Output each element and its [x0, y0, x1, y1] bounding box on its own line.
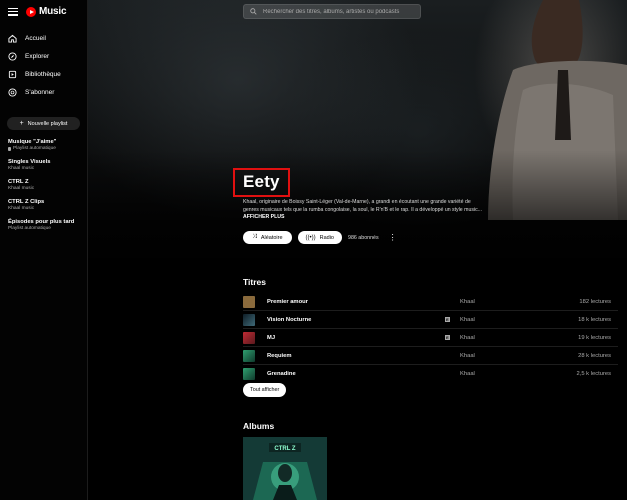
- radio-button[interactable]: ((•)) Radio: [297, 231, 342, 244]
- track-artist[interactable]: Khaal: [460, 371, 553, 377]
- explicit-slot: E: [445, 317, 460, 322]
- artist-description-line: genres musicaux tels que la rumba congol…: [243, 207, 483, 213]
- radio-label: Radio: [319, 234, 334, 241]
- track-row[interactable]: Premier amour Khaal 182 lectures: [243, 293, 618, 311]
- subscriber-count: 986 abonnés: [348, 234, 379, 241]
- playlist-title: Épisodes pour plus tard: [8, 219, 75, 225]
- track-plays: 182 lectures: [579, 298, 611, 305]
- search-bar[interactable]: [243, 4, 421, 19]
- artist-description-line: Khaal, originaire de Boissy Saint-Léger …: [243, 199, 471, 205]
- nav-item-sabonner[interactable]: S'abonner: [8, 83, 84, 101]
- playlist-item[interactable]: Singles Visuels Khaal music: [8, 158, 84, 172]
- library-icon: [8, 70, 17, 79]
- main-content: Eety Khaal, originaire de Boissy Saint-L…: [88, 0, 627, 500]
- albums-section-title: Albums: [243, 421, 275, 431]
- playlist-title: CTRL Z: [8, 179, 29, 185]
- track-artist[interactable]: Khaal: [460, 317, 553, 323]
- plus-icon: +: [19, 120, 24, 127]
- shuffle-label: Aléatoire: [260, 234, 283, 241]
- track-artist[interactable]: Khaal: [460, 299, 553, 305]
- menu-icon[interactable]: [8, 7, 18, 16]
- nav-item-label: Explorer: [25, 52, 50, 60]
- nav-item-label: Accueil: [25, 34, 46, 42]
- track-thumbnail[interactable]: [243, 368, 255, 380]
- compass-icon: [8, 51, 17, 61]
- track-row[interactable]: Requiem Khaal 28 k lectures: [243, 347, 618, 365]
- track-thumbnail[interactable]: [243, 349, 255, 362]
- home-icon: [8, 34, 17, 43]
- artist-description: Khaal, originaire de Boissy Saint-Léger …: [243, 198, 493, 214]
- shuffle-button[interactable]: ⤨ Aléatoire: [243, 231, 292, 244]
- track-artist[interactable]: Khaal: [460, 335, 553, 341]
- playlist-subtitle: Khaal music: [8, 206, 35, 211]
- nav-item-label: S'abonner: [25, 88, 55, 96]
- playlist-subtitle: Khaal music: [8, 186, 35, 191]
- nav-item-bibliotheque[interactable]: Bibliothèque: [8, 65, 84, 83]
- playlist-item[interactable]: Musique "J'aime" Playlist automatique: [8, 138, 84, 152]
- playlist-item[interactable]: CTRL Z Khaal music: [8, 178, 84, 192]
- track-title[interactable]: Premier amour: [267, 299, 445, 305]
- playlist-subtitle: Khaal music: [8, 166, 35, 171]
- track-thumbnail[interactable]: [243, 295, 255, 308]
- nav-item-label: Bibliothèque: [25, 70, 61, 78]
- track-plays: 19 k lectures: [578, 334, 611, 341]
- app-header: Music: [8, 6, 67, 17]
- see-all-button[interactable]: Tout afficher: [243, 383, 287, 397]
- sidebar: Music Accueil Explorer Bibliothèque S'ab…: [0, 0, 88, 500]
- artist-name: Eety: [243, 172, 280, 191]
- track-title[interactable]: Requiem: [267, 353, 445, 359]
- explicit-icon: E: [445, 317, 450, 322]
- new-playlist-button[interactable]: + Nouvelle playlist: [7, 117, 80, 130]
- radio-icon: ((•)): [305, 234, 316, 241]
- track-artist[interactable]: Khaal: [460, 353, 553, 359]
- shuffle-icon: ⤨: [252, 234, 257, 240]
- show-more-link[interactable]: AFFICHER PLUS: [243, 214, 285, 220]
- album-cover[interactable]: CTRL Z: [243, 437, 327, 500]
- new-playlist-label: Nouvelle playlist: [27, 120, 68, 127]
- playlist-subtitle: Playlist automatique: [8, 226, 51, 231]
- track-plays: 18 k lectures: [578, 316, 611, 323]
- search-icon: [250, 8, 257, 15]
- playlist-subtitle-row: Playlist automatique: [8, 146, 84, 152]
- track-plays: 2,5 k lectures: [576, 371, 611, 377]
- more-options-icon[interactable]: ⋮: [389, 233, 397, 241]
- playlist-title: Musique "J'aime": [8, 139, 57, 145]
- playlist-list: Musique "J'aime" Playlist automatique Si…: [8, 138, 84, 238]
- explicit-slot: E: [445, 335, 460, 340]
- playlist-title: Singles Visuels: [8, 159, 51, 165]
- nav-item-accueil[interactable]: Accueil: [8, 29, 84, 47]
- artist-actions: ⤨ Aléatoire ((•)) Radio 986 abonnés ⋮: [243, 231, 397, 244]
- track-title[interactable]: MJ: [267, 335, 445, 341]
- playlist-item[interactable]: Épisodes pour plus tard Playlist automat…: [8, 218, 84, 232]
- track-row[interactable]: MJ E Khaal 19 k lectures: [243, 329, 618, 347]
- tracks-section-title: Titres: [243, 277, 266, 287]
- track-list: Premier amour Khaal 182 lectures Vision …: [243, 293, 618, 383]
- playlist-subtitle: Playlist automatique: [13, 146, 56, 151]
- nav-menu: Accueil Explorer Bibliothèque S'abonner: [8, 29, 84, 101]
- track-plays: 28 k lectures: [578, 352, 611, 359]
- pin-icon: [8, 147, 11, 151]
- subscribe-icon: [8, 87, 17, 97]
- track-thumbnail[interactable]: [243, 331, 255, 344]
- youtube-music-logo-icon: [26, 6, 36, 17]
- logo-text: Music: [39, 6, 67, 17]
- playlist-item[interactable]: CTRL Z Clips Khaal music: [8, 198, 84, 212]
- search-input[interactable]: [263, 8, 413, 15]
- track-row[interactable]: Vision Nocturne E Khaal 18 k lectures: [243, 311, 618, 329]
- explicit-icon: E: [445, 335, 450, 340]
- track-title[interactable]: Grenadine: [267, 371, 445, 377]
- logo[interactable]: Music: [26, 6, 67, 17]
- track-row[interactable]: Grenadine Khaal 2,5 k lectures: [243, 365, 618, 383]
- nav-item-explorer[interactable]: Explorer: [8, 47, 84, 65]
- track-thumbnail[interactable]: [243, 313, 255, 326]
- playlist-title: CTRL Z Clips: [8, 199, 45, 205]
- track-title[interactable]: Vision Nocturne: [267, 317, 445, 323]
- album-cover-text: CTRL Z: [274, 446, 296, 452]
